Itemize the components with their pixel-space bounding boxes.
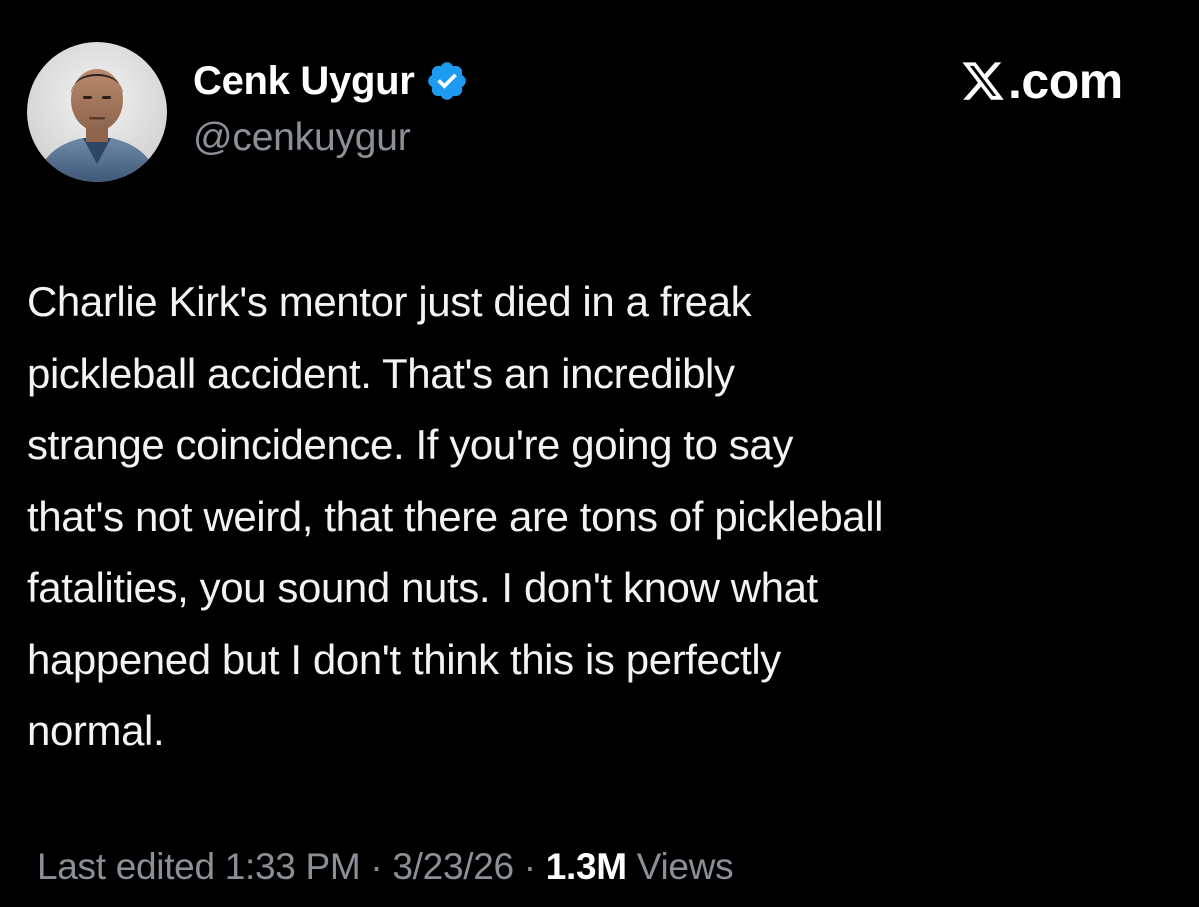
tweet-card: Cenk Uygur @cenkuygur .com Charlie Kirk'…	[0, 0, 1199, 907]
views-label: Views	[626, 846, 734, 887]
author-display-name[interactable]: Cenk Uygur	[193, 59, 415, 104]
avatar[interactable]	[27, 42, 167, 182]
site-domain-text: .com	[1008, 53, 1123, 109]
tweet-time[interactable]: 1:33 PM	[225, 846, 361, 887]
avatar-image	[27, 42, 167, 182]
author-name-row: Cenk Uygur	[193, 56, 469, 106]
edited-label[interactable]: Last edited	[37, 846, 225, 887]
tweet-text: Charlie Kirk's mentor just died in a fre…	[27, 278, 884, 754]
tweet-meta: Last edited 1:33 PM · 3/23/26 · 1.3M Vie…	[37, 846, 734, 888]
x-logo-icon	[960, 58, 1006, 104]
meta-separator: ·	[360, 846, 393, 887]
author-handle[interactable]: @cenkuygur	[193, 116, 411, 160]
x-com-logo: .com	[960, 53, 1123, 109]
meta-separator: ·	[513, 846, 546, 887]
views-count[interactable]: 1.3M	[546, 846, 627, 887]
tweet-date[interactable]: 3/23/26	[392, 846, 514, 887]
verified-badge-icon	[425, 59, 469, 103]
